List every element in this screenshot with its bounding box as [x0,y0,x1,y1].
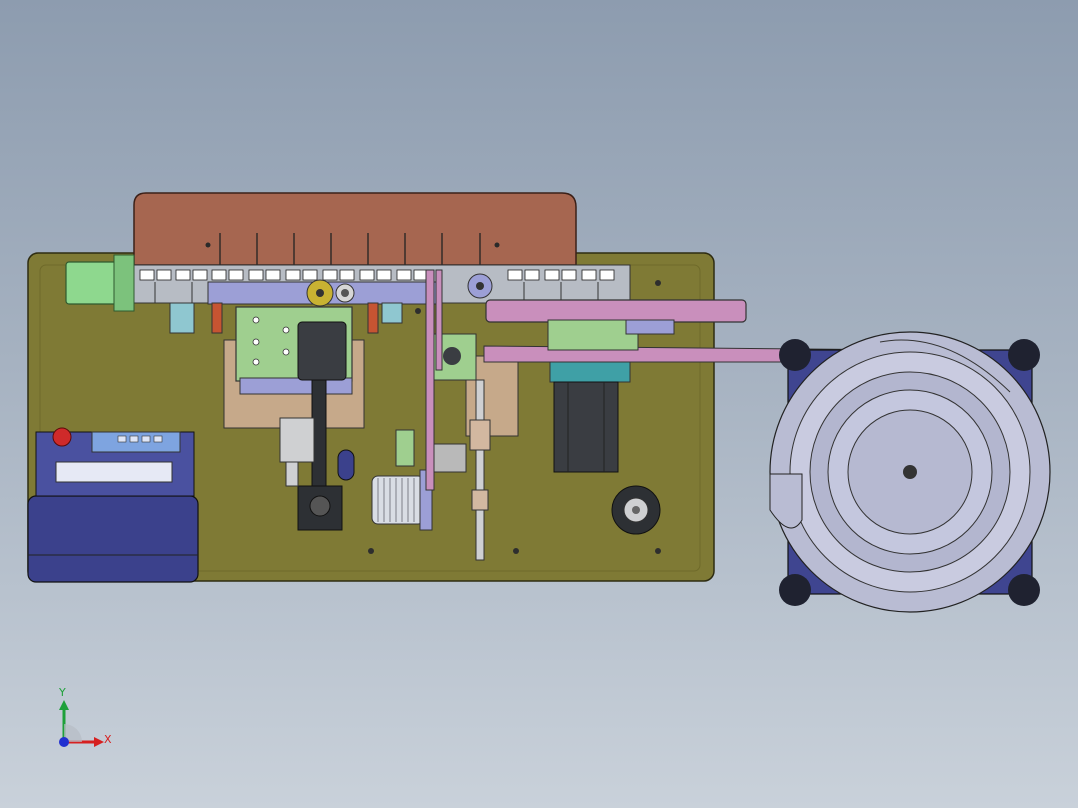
vibratory-bowl-feeder [769,331,1051,613]
y-axis-label: Y [59,686,66,699]
coordinate-triad [59,700,104,747]
emergency-stop-icon [52,427,72,447]
feed-stepper-motor [549,361,631,473]
side-roller [65,254,135,312]
cad-viewport[interactable] [0,0,1078,808]
control-box [27,431,199,583]
wire-spool [371,469,433,531]
x-axis-label: X [104,733,112,746]
top-cover [133,192,577,268]
rotary-knob [611,485,661,535]
